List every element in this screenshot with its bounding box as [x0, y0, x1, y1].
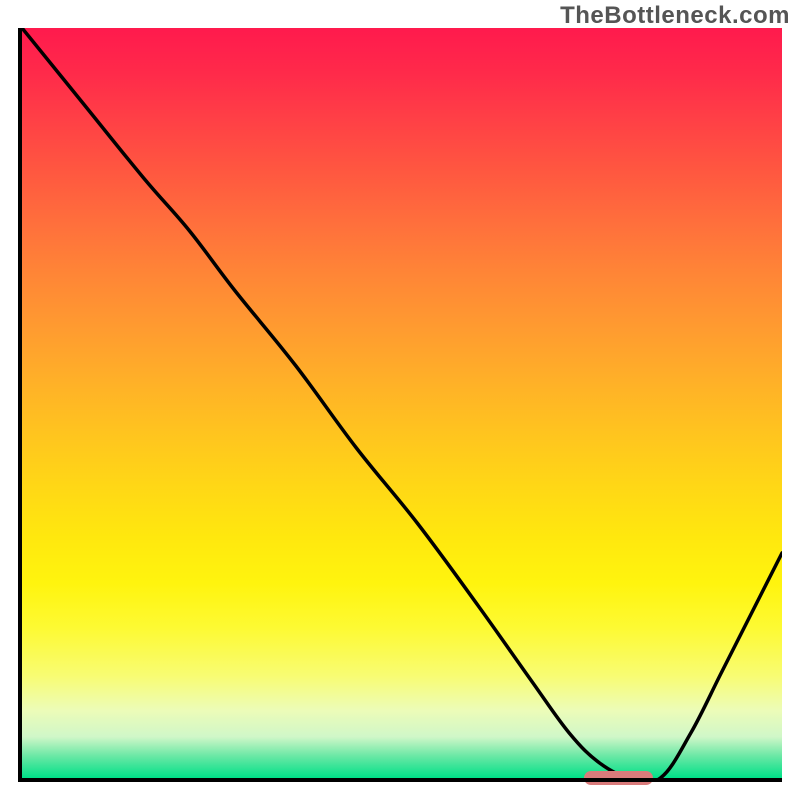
watermark-text: TheBottleneck.com — [560, 2, 790, 30]
chart-axes-frame — [18, 28, 782, 782]
chart-container: TheBottleneck.com — [0, 0, 800, 800]
